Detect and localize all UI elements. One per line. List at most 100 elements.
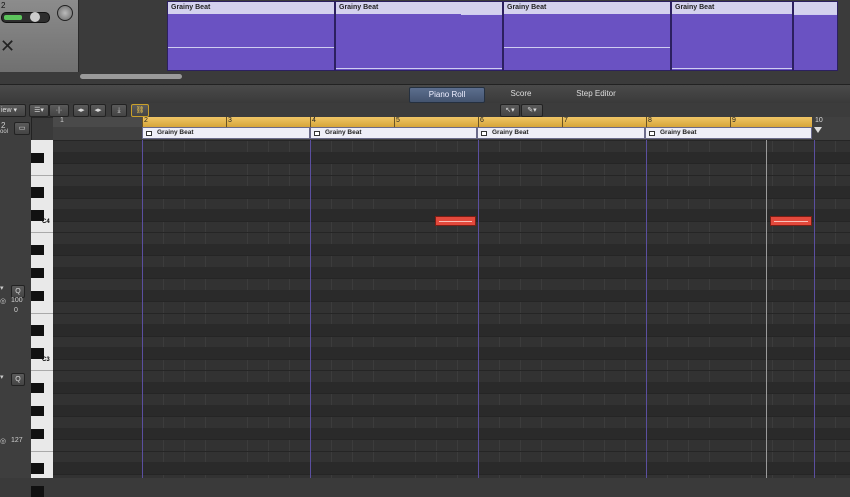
- offset-value[interactable]: 0: [14, 307, 18, 314]
- black-key-row: [53, 151, 850, 163]
- tracks-area: 2 ✕ Grainy Beat Grainy Beat Grainy Beat …: [0, 0, 850, 84]
- black-key[interactable]: [31, 405, 44, 416]
- black-key[interactable]: [31, 210, 44, 221]
- cycle-area[interactable]: 2 3 4 5 6 7 8 9: [142, 117, 812, 127]
- key-divider: [31, 232, 53, 233]
- region-line: [461, 14, 502, 15]
- bar-number: 5: [396, 117, 400, 124]
- midi-region-4[interactable]: Grainy Beat: [645, 127, 812, 139]
- region-boundary-line: [310, 140, 311, 478]
- key-divider: [31, 370, 53, 371]
- region-2[interactable]: Grainy Beat: [335, 1, 503, 71]
- region-line: [504, 47, 670, 48]
- velocity-value-2[interactable]: 127: [11, 437, 23, 444]
- piano-roll-grid[interactable]: [53, 140, 850, 478]
- bar-number: 9: [732, 117, 736, 124]
- bar-number: 10: [815, 117, 823, 124]
- region-title: Grainy Beat: [168, 2, 334, 14]
- region-boundary-line: [646, 140, 647, 478]
- playhead: [766, 140, 767, 478]
- bar-number: 2: [144, 117, 148, 124]
- bar-tick: [478, 117, 479, 127]
- chevron-down-icon[interactable]: ▾: [0, 284, 10, 294]
- playhead-marker[interactable]: [814, 127, 822, 133]
- list-view-icon[interactable]: ☰▾: [29, 104, 49, 117]
- black-key[interactable]: [31, 152, 44, 163]
- inspector-track-name: ool: [0, 129, 9, 135]
- split-icon[interactable]: ·|·: [49, 104, 69, 117]
- instrument-icon: ✕: [0, 36, 16, 56]
- view-menu-button[interactable]: iew ▾: [0, 104, 26, 117]
- black-key[interactable]: [31, 486, 44, 497]
- region-play-icon: [649, 131, 655, 136]
- midi-region-2[interactable]: Grainy Beat: [310, 127, 477, 139]
- link-icon[interactable]: ⛓: [131, 104, 149, 117]
- quantize-button-2[interactable]: Q: [11, 373, 25, 386]
- region-4[interactable]: Grainy Beat: [671, 1, 793, 71]
- region-line: [794, 14, 837, 15]
- black-key[interactable]: [31, 463, 44, 474]
- bar-tick: [646, 117, 647, 127]
- catch-icon[interactable]: ⤓: [111, 104, 127, 117]
- midi-in-icon[interactable]: ◂▸: [73, 104, 89, 117]
- black-key[interactable]: [31, 428, 44, 439]
- pencil-tool-icon[interactable]: ✎▾: [521, 104, 543, 117]
- pan-knob[interactable]: [57, 5, 73, 21]
- tab-piano-roll[interactable]: Piano Roll: [409, 87, 485, 103]
- black-key-row: [53, 347, 850, 359]
- region-line: [168, 47, 334, 48]
- black-key-row: [53, 186, 850, 198]
- track-header[interactable]: 2 ✕: [0, 0, 79, 72]
- black-key[interactable]: [31, 325, 44, 336]
- piano-keyboard[interactable]: C4 C3: [31, 140, 54, 497]
- ruler-left: [53, 117, 142, 127]
- midi-note[interactable]: [770, 216, 812, 226]
- midi-region-label: Grainy Beat: [660, 129, 697, 136]
- black-key-row: [53, 462, 850, 474]
- tab-score[interactable]: Score: [490, 87, 552, 101]
- region-boundary-line: [478, 140, 479, 478]
- region-play-icon: [314, 131, 320, 136]
- midi-region-1[interactable]: Grainy Beat: [142, 127, 310, 139]
- region-title: Grainy Beat: [336, 2, 502, 14]
- black-key[interactable]: [31, 244, 44, 255]
- bar-number: 7: [564, 117, 568, 124]
- black-key[interactable]: [31, 290, 44, 301]
- black-key[interactable]: [31, 348, 44, 359]
- bar-number: 1: [60, 117, 64, 124]
- chevron-down-icon[interactable]: ▾: [0, 373, 10, 383]
- row-separator: [53, 174, 850, 176]
- ruler[interactable]: 1 2 3 4 5 6 7 8 9 10 Grainy Beat Grainy …: [53, 117, 850, 140]
- region-5[interactable]: [793, 1, 838, 71]
- row-separator: [53, 370, 850, 371]
- volume-thumb[interactable]: [30, 12, 40, 22]
- black-key[interactable]: [31, 382, 44, 393]
- chevron-down-icon: ▾: [13, 107, 17, 114]
- bar-tick: [394, 117, 395, 127]
- tab-step-editor[interactable]: Step Editor: [560, 87, 632, 101]
- volume-slider[interactable]: [1, 12, 50, 23]
- black-key-row: [53, 266, 850, 278]
- region-title: [794, 2, 837, 14]
- row-separator: [53, 393, 850, 394]
- black-key-row: [53, 404, 850, 416]
- black-key-row: [53, 243, 850, 255]
- velocity-value[interactable]: 100: [11, 297, 23, 304]
- row-separator: [53, 197, 850, 199]
- black-key[interactable]: [31, 187, 44, 198]
- black-key[interactable]: [31, 267, 44, 278]
- region-1[interactable]: Grainy Beat: [167, 1, 335, 71]
- row-separator: [53, 255, 850, 256]
- pointer-tool-icon[interactable]: ↖▾: [500, 104, 520, 117]
- midi-out-icon[interactable]: ◂▸: [90, 104, 106, 117]
- midi-note[interactable]: [435, 216, 476, 226]
- midi-region-3[interactable]: Grainy Beat: [477, 127, 645, 139]
- inspector-panel: 2 ool ▭ ▾ Q ◎ 100 0 ▾ Q ◎ 127: [0, 117, 32, 478]
- horizontal-scrollbar[interactable]: [80, 74, 182, 79]
- region-3[interactable]: Grainy Beat: [503, 1, 671, 71]
- key-divider: [31, 450, 53, 452]
- black-key-row: [53, 381, 850, 393]
- region-toggle-icon[interactable]: ▭: [14, 122, 30, 135]
- bar-number: 3: [228, 117, 232, 124]
- row-separator: [53, 278, 850, 279]
